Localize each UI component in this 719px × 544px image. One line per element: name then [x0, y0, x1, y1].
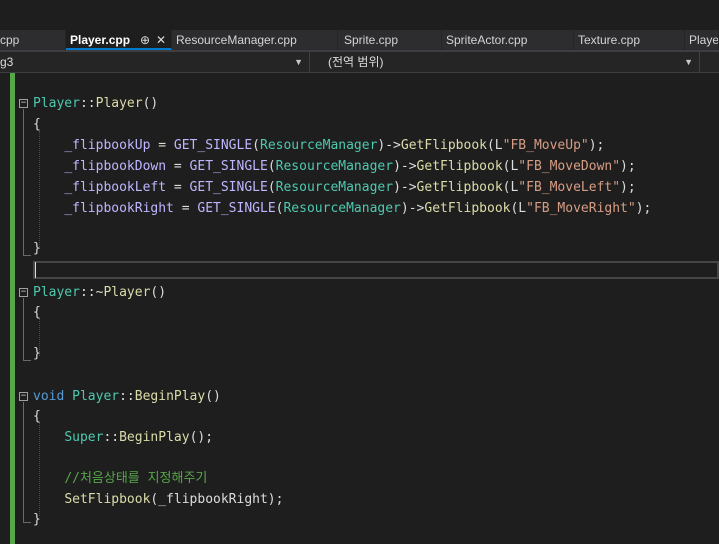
function-name: GetFlipbook	[416, 159, 503, 174]
tab-player[interactable]: Player	[685, 30, 719, 50]
type-name: ResourceManager	[275, 180, 394, 195]
code-line-open-brace: {	[33, 303, 41, 323]
member-variable: _flipbookLeft	[64, 180, 167, 195]
tab-label: SpriteActor.cpp	[446, 33, 528, 47]
brace: }	[33, 241, 41, 256]
brace: {	[33, 117, 41, 132]
chevron-down-icon: ▼	[294, 57, 303, 67]
type-name: ResourceManager	[283, 201, 401, 216]
tab-cpp[interactable]: cpp	[0, 30, 66, 50]
collapse-icon[interactable]: −	[19, 288, 28, 297]
scope-op: ::	[79, 96, 96, 111]
string-literal: "FB_MoveUp"	[502, 138, 589, 153]
code-line-flipbook-up: _flipbookUp = GET_SINGLE(ResourceManager…	[64, 138, 605, 153]
current-line-highlight	[33, 261, 719, 279]
parens: ()	[150, 285, 167, 300]
tab-strip: cpp Player.cpp ⊕ ✕ ResourceManager.cpp S…	[0, 30, 719, 52]
macro: GET_SINGLE	[189, 159, 268, 174]
code-line-close-brace: }	[33, 344, 41, 364]
code-line-constructor: Player::Player()	[33, 94, 158, 114]
type-name: ResourceManager	[260, 138, 378, 153]
scope-op: ::	[119, 389, 135, 404]
brace: }	[33, 346, 41, 361]
scope-op: ::	[103, 430, 120, 445]
string-literal: "FB_MoveLeft"	[518, 180, 621, 195]
function-name: Player	[95, 96, 143, 111]
class-name: Player	[33, 96, 80, 111]
tab-label: Player.cpp	[70, 33, 131, 47]
brace: }	[33, 512, 41, 527]
tab-resourcemanager-cpp[interactable]: ResourceManager.cpp	[172, 30, 338, 50]
type-name: ResourceManager	[275, 159, 394, 174]
text-caret	[35, 262, 36, 278]
class-name: Super	[64, 430, 104, 445]
comment: //처음상태를 지정해주기	[64, 471, 208, 486]
scope-dropdown[interactable]: (전역 범위) ▼	[310, 52, 700, 72]
keyword: void	[33, 389, 65, 404]
project-dropdown-value: g3	[0, 55, 14, 69]
fold-guide-end	[23, 255, 31, 256]
code-line-close-brace: }	[33, 510, 41, 530]
member-variable: _flipbookUp	[64, 138, 151, 153]
fold-guide	[23, 298, 24, 360]
code-line-open-brace: {	[33, 407, 41, 427]
tab-label: Sprite.cpp	[344, 33, 399, 47]
brace: {	[33, 409, 41, 424]
string-literal: "FB_MoveDown"	[518, 159, 621, 174]
code-line-flipbook-down: _flipbookDown = GET_SINGLE(ResourceManag…	[64, 159, 636, 174]
change-tracking-bar	[10, 73, 15, 544]
tab-label: Texture.cpp	[578, 33, 641, 47]
tab-label: cpp	[0, 33, 20, 47]
tab-label: ResourceManager.cpp	[176, 33, 297, 47]
parens: ()	[142, 96, 159, 111]
macro: GET_SINGLE	[189, 180, 268, 195]
pin-icon[interactable]: ⊕	[140, 30, 150, 48]
close-icon[interactable]: ✕	[156, 30, 166, 48]
function-name: BeginPlay	[134, 389, 206, 404]
fold-guide-end	[23, 360, 31, 361]
function-name: GetFlipbook	[416, 180, 503, 195]
member-variable: _flipbookDown	[64, 159, 167, 174]
macro: GET_SINGLE	[197, 201, 276, 216]
collapse-icon[interactable]: −	[19, 392, 28, 401]
tab-texture-cpp[interactable]: Texture.cpp	[574, 30, 685, 50]
parens: ()	[205, 389, 221, 404]
tab-sprite-cpp[interactable]: Sprite.cpp	[338, 30, 442, 50]
code-line-flipbook-right: _flipbookRight = GET_SINGLE(ResourceMana…	[64, 201, 652, 216]
fold-guide	[23, 109, 24, 255]
string-literal: "FB_MoveRight"	[526, 201, 636, 216]
code-editor[interactable]: − − − Player::Player() { _flipbookUp = G…	[0, 73, 719, 544]
project-dropdown[interactable]: g3 ▼	[0, 52, 310, 72]
code-line-comment: //처음상태를 지정해주기	[33, 469, 207, 489]
code-line-flipbook-left: _flipbookLeft = GET_SINGLE(ResourceManag…	[64, 180, 636, 195]
function-name: GetFlipbook	[400, 138, 487, 153]
code-line-close-brace: }	[33, 239, 41, 259]
code-line-super-call: Super::BeginPlay();	[64, 430, 214, 445]
fold-guide	[23, 402, 24, 522]
collapse-icon[interactable]: −	[19, 99, 28, 108]
tab-label: Player	[689, 33, 719, 47]
macro: GET_SINGLE	[173, 138, 253, 153]
code-line-destructor: Player::~Player()	[33, 283, 166, 303]
class-name: Player	[33, 285, 80, 300]
chevron-down-icon: ▼	[684, 57, 693, 67]
tab-player-cpp[interactable]: Player.cpp ⊕ ✕	[66, 30, 172, 50]
code-line-open-brace: {	[33, 115, 41, 135]
tab-spriteactor-cpp[interactable]: SpriteActor.cpp	[442, 30, 574, 50]
member-dropdown[interactable]	[700, 52, 719, 72]
scope-dropdown-value: (전역 범위)	[328, 55, 384, 69]
code-line-beginplay: void Player::BeginPlay()	[33, 387, 221, 407]
navigation-bar: g3 ▼ (전역 범위) ▼	[0, 52, 719, 73]
function-name: BeginPlay	[119, 430, 190, 445]
function-name: Player	[103, 285, 151, 300]
code-line-setflipbook: SetFlipbook(_flipbookRight);	[64, 492, 284, 507]
function-name: GetFlipbook	[424, 201, 511, 216]
member-variable: _flipbookRight	[64, 201, 174, 216]
brace: {	[33, 305, 41, 320]
fold-guide-end	[23, 522, 31, 523]
class-name: Player	[72, 389, 120, 404]
scope-op: ::	[79, 285, 96, 300]
function-name: SetFlipbook	[64, 492, 151, 507]
